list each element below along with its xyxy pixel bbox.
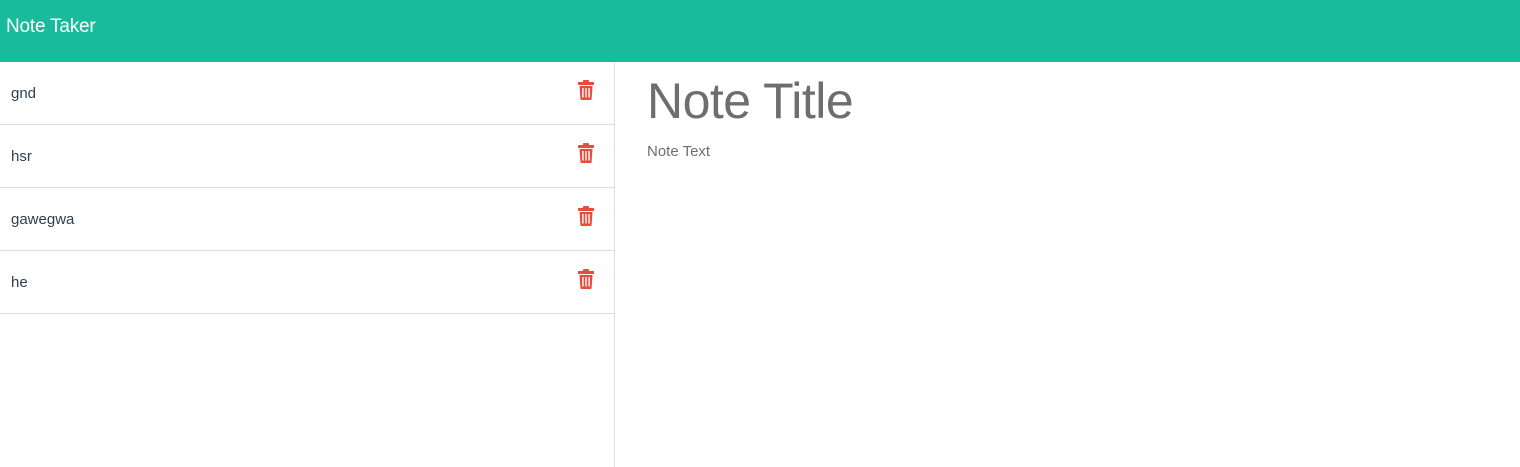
note-list: gnd hsr gawegwa he (0, 62, 615, 467)
note-item-title: he (11, 274, 28, 291)
top-navbar: Note Taker (0, 0, 1520, 62)
trash-icon[interactable] (578, 80, 594, 100)
note-list-item[interactable]: hsr (0, 125, 614, 188)
trash-icon[interactable] (578, 269, 594, 289)
app-title[interactable]: Note Taker (6, 15, 96, 39)
note-editor (615, 62, 1520, 467)
note-item-title: gawegwa (11, 211, 75, 228)
note-title-input[interactable] (647, 72, 1407, 130)
note-list-item[interactable]: gnd (0, 62, 614, 125)
trash-icon[interactable] (578, 143, 594, 163)
trash-icon[interactable] (578, 206, 594, 226)
note-text-input[interactable] (647, 142, 1407, 402)
note-item-title: hsr (11, 148, 32, 165)
note-item-title: gnd (11, 85, 37, 102)
note-list-item[interactable]: he (0, 251, 614, 314)
note-list-item[interactable]: gawegwa (0, 188, 614, 251)
